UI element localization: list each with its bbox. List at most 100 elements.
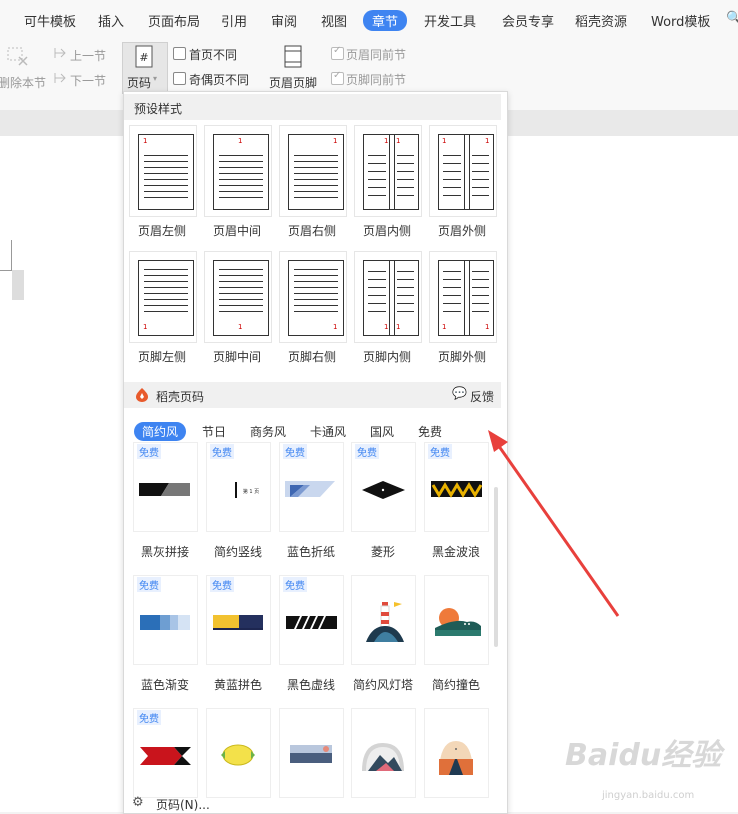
preset-footer-left[interactable]: 1 <box>129 251 197 343</box>
style-card-red-arrow[interactable]: 免费 <box>133 708 198 798</box>
page-number-dropdown: 预设样式 1 1 1 1 1 1 1 页眉左侧 页眉中间 页眉右侧 页眉内侧 页… <box>123 91 508 814</box>
tab-developer[interactable]: 开发工具 <box>424 11 476 30</box>
page-number-mark: 1 <box>238 323 243 331</box>
delete-section-button[interactable]: 删除本节 <box>0 74 46 91</box>
preset-footer-right[interactable]: 1 <box>279 251 347 343</box>
blue-fold-art <box>285 481 335 497</box>
style-card-label: 蓝色折纸 <box>286 545 335 559</box>
tab-review[interactable]: 审阅 <box>271 11 297 30</box>
style-card-diamond[interactable]: 免费 <box>351 442 416 532</box>
page-number-mark: 1 <box>442 323 447 331</box>
preset-footer-inside[interactable]: 1 1 <box>354 251 422 343</box>
page-number-more-link[interactable]: 页码(N)... <box>156 796 210 813</box>
style-card-blue-fold[interactable]: 免费 <box>279 442 344 532</box>
style-card-black-gray[interactable]: 免费 <box>133 442 198 532</box>
svg-text:#: # <box>139 51 148 64</box>
text-cursor-block <box>12 270 24 300</box>
page-number-mark: 1 <box>384 323 389 331</box>
feedback-icon[interactable]: 💬 <box>452 386 467 400</box>
style-card-yellow-blue[interactable]: 免费 <box>206 575 271 665</box>
style-tab-simple[interactable]: 简约风 <box>134 422 187 441</box>
style-card-road[interactable] <box>424 708 489 798</box>
preset-label: 页眉内侧 <box>362 224 411 238</box>
tab-docer-resources[interactable]: 稻壳资源 <box>575 11 627 30</box>
docer-header: 稻壳页码 💬 反馈 <box>124 382 501 408</box>
header-same-prev-label: 页眉同前节 <box>346 48 407 62</box>
presets-header: 预设样式 <box>124 94 501 120</box>
header-footer-button[interactable]: 页眉页脚 <box>269 74 317 91</box>
prev-section-icon <box>54 48 66 58</box>
mountain-art <box>362 743 404 771</box>
tab-page-layout[interactable]: 页面布局 <box>148 11 200 30</box>
style-tab-chinese[interactable]: 国风 <box>370 423 394 440</box>
style-card-lighthouse[interactable] <box>351 575 416 665</box>
preset-footer-outside[interactable]: 1 1 <box>429 251 497 343</box>
style-tab-festival[interactable]: 节日 <box>202 423 226 440</box>
black-gray-art <box>139 483 190 496</box>
style-card-label: 菱形 <box>370 545 395 559</box>
footer-same-prev-label: 页脚同前节 <box>346 73 407 87</box>
preset-header-right[interactable]: 1 <box>279 125 347 217</box>
blue-gradient-art <box>140 615 190 630</box>
page-number-label: 页码 <box>127 76 152 90</box>
footer-same-prev-checkbox[interactable] <box>331 70 344 85</box>
style-card-landscape[interactable] <box>279 708 344 798</box>
page-thumb: 1 1 <box>363 134 419 210</box>
preset-label: 页眉左侧 <box>137 224 186 238</box>
tab-insert[interactable]: 插入 <box>98 11 124 30</box>
next-section-button[interactable]: 下一节 <box>70 72 106 89</box>
style-tab-business[interactable]: 商务风 <box>250 423 286 440</box>
delete-section-icon <box>7 47 28 66</box>
preset-header-outside[interactable]: 1 1 <box>429 125 497 217</box>
feedback-link[interactable]: 反馈 <box>470 388 494 405</box>
yellow-blue-art <box>213 615 263 630</box>
style-card-lemon[interactable] <box>206 708 271 798</box>
style-card-simple-line[interactable]: 免费 第 1 页 <box>206 442 271 532</box>
style-card-blue-gradient[interactable]: 免费 <box>133 575 198 665</box>
page-number-mark: 1 <box>396 323 401 331</box>
preset-header-left[interactable]: 1 <box>129 125 197 217</box>
tab-section[interactable]: 章节 <box>363 10 408 31</box>
style-tab-cartoon[interactable]: 卡通风 <box>310 423 346 440</box>
page-thumb: 1 <box>213 134 269 210</box>
free-badge: 免费 <box>210 444 234 459</box>
style-card-mountain[interactable] <box>351 708 416 798</box>
page-number-mark: 1 <box>238 137 243 145</box>
baidu-watermark: Baidu经验 <box>565 738 722 773</box>
page-sample-text: 第 1 页 <box>243 488 259 495</box>
presets-title: 预设样式 <box>134 102 183 116</box>
preset-footer-center[interactable]: 1 <box>204 251 272 343</box>
tab-word-templates[interactable]: Word模板 <box>651 11 710 30</box>
page-number-mark: 1 <box>485 137 490 145</box>
page-number-settings-icon: ⚙ <box>132 795 144 810</box>
style-card-black-dashed[interactable]: 免费 <box>279 575 344 665</box>
preset-header-center[interactable]: 1 <box>204 125 272 217</box>
page-thumb: 1 1 <box>438 134 494 210</box>
preset-header-inside[interactable]: 1 1 <box>354 125 422 217</box>
diamond-art <box>362 481 405 499</box>
free-badge: 免费 <box>428 444 452 459</box>
page-number-mark: 1 <box>396 137 401 145</box>
page-thumb: 1 1 <box>363 260 419 336</box>
prev-section-button[interactable]: 上一节 <box>70 47 106 64</box>
search-icon[interactable]: 🔍 <box>726 11 738 26</box>
header-same-prev-checkbox[interactable] <box>331 45 344 60</box>
page-number-mark: 1 <box>333 137 338 145</box>
tab-references[interactable]: 引用 <box>221 11 247 30</box>
free-badge: 免费 <box>137 710 161 725</box>
style-card-label: 蓝色渐变 <box>140 678 189 692</box>
header-footer-icon <box>284 45 302 68</box>
preset-label: 页脚中间 <box>212 350 261 364</box>
docer-title: 稻壳页码 <box>156 390 205 404</box>
tab-keniu-templates[interactable]: 可牛模板 <box>24 11 76 30</box>
tab-member[interactable]: 会员专享 <box>502 11 554 30</box>
odd-even-diff-checkbox[interactable] <box>173 72 186 85</box>
preset-label: 页脚外侧 <box>437 350 486 364</box>
chevron-down-icon: ▾ <box>153 74 158 83</box>
style-card-label: 简约撞色 <box>431 678 480 692</box>
first-page-diff-checkbox[interactable] <box>173 47 186 60</box>
style-tab-free[interactable]: 免费 <box>418 423 442 440</box>
road-art <box>439 741 473 775</box>
free-badge: 免费 <box>283 444 307 459</box>
tab-view[interactable]: 视图 <box>321 11 347 30</box>
